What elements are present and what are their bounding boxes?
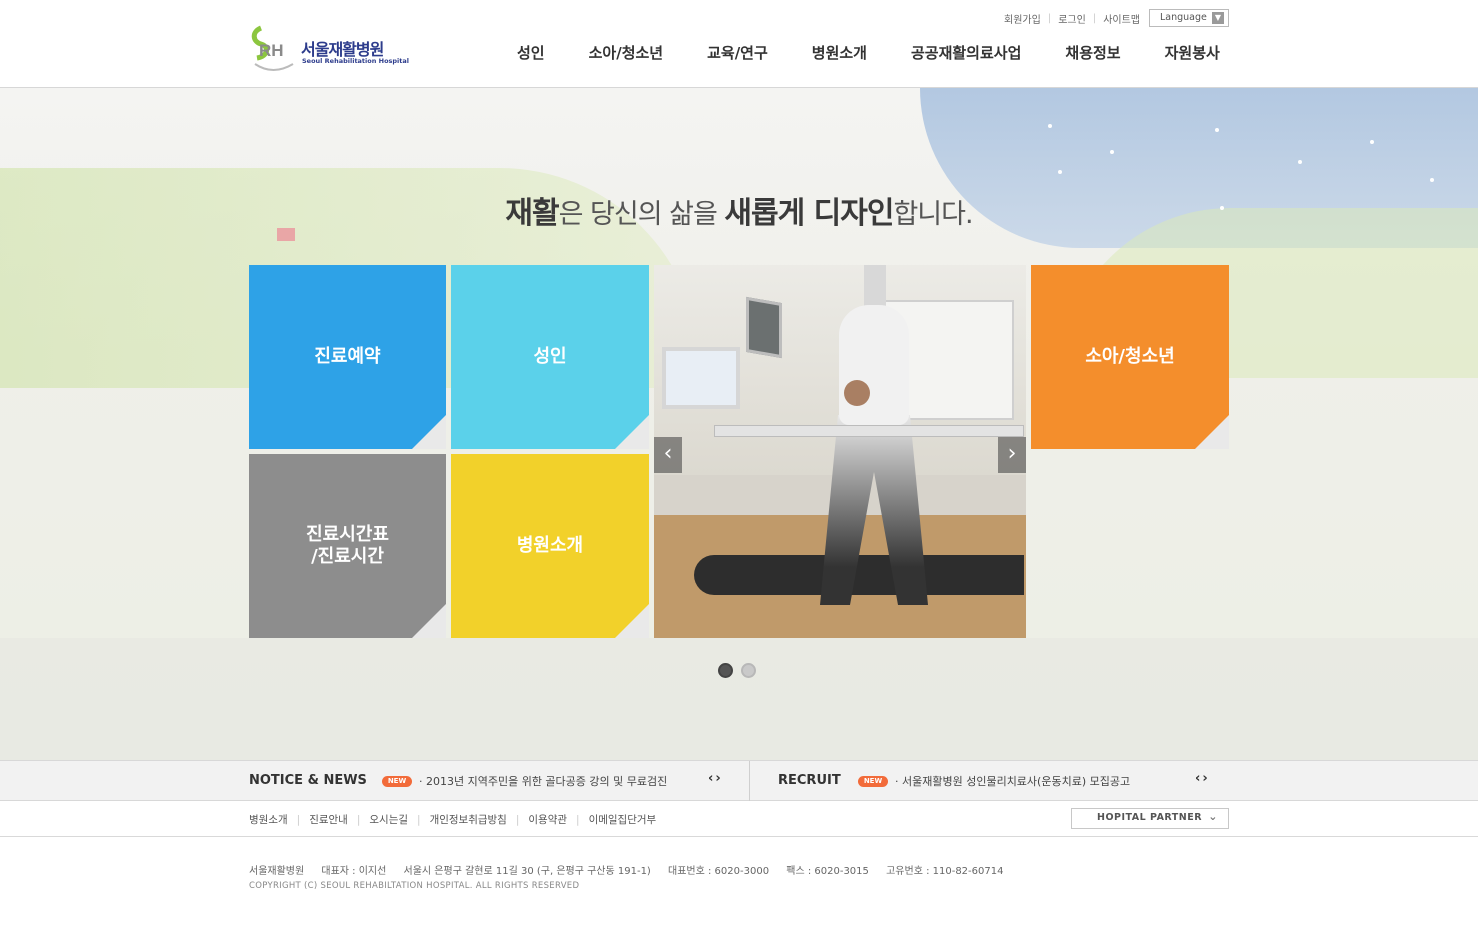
tile-about[interactable]: 병원소개: [451, 454, 649, 638]
address-item: 팩스 : 6020-3015: [786, 866, 869, 877]
tile-corner: [1195, 415, 1229, 449]
ceiling-light: [1110, 150, 1114, 154]
slogan-light: 합니다.: [893, 199, 973, 230]
tile-corner: [412, 604, 446, 638]
tile-label: 진료시간표: [306, 524, 389, 545]
tile-adult[interactable]: 성인: [451, 265, 649, 449]
footer-link-terms[interactable]: 이용약관: [528, 812, 567, 827]
footer-link-email-refusal[interactable]: 이메일집단거부: [589, 812, 657, 827]
tile-reservation[interactable]: 진료예약: [249, 265, 446, 449]
slider-dot-1[interactable]: [718, 663, 733, 678]
svg-text:RH: RH: [259, 41, 284, 60]
address-item: 대표번호 : 6020-3000: [668, 866, 770, 877]
language-label: Language: [1160, 12, 1207, 23]
hospital-logo[interactable]: RH 서울재활병원 Seoul Rehabilitation Hospital: [249, 24, 409, 74]
slogan-bold: 새롭게 디자인: [724, 196, 894, 231]
ceiling-light: [1370, 140, 1374, 144]
slider-next-button[interactable]: ›: [998, 437, 1026, 473]
divider: |: [296, 813, 301, 826]
main-navigation: 성인 소아/청소년 교육/연구 병원소개 공공재활의료사업 채용정보 자원봉사: [517, 42, 1220, 63]
recruit-title: RECRUIT: [778, 773, 841, 788]
partner-label: HOPITAL PARTNER: [1097, 812, 1203, 823]
slogan-bold: 재활: [505, 196, 559, 231]
nav-item-recruit[interactable]: 채용정보: [1065, 42, 1120, 63]
nav-item-education[interactable]: 교육/연구: [707, 42, 768, 63]
address-item: 서울시 은평구 갈현로 11길 30 (구, 은평구 구산동 191-1): [403, 866, 651, 877]
new-badge: NEW: [382, 776, 412, 787]
notice-item[interactable]: · 2013년 지역주민을 위한 골다공증 강의 및 무료검진: [419, 773, 667, 789]
copyright: COPYRIGHT (C) SEOUL REHABILTATION HOSPIT…: [249, 881, 580, 891]
photo-screen: [746, 296, 782, 359]
divider: |: [356, 813, 361, 826]
tile-label: 병원소개: [516, 535, 584, 556]
divider: |: [515, 813, 520, 826]
slogan-light: 은 당신의 삶을: [558, 199, 725, 230]
address-item: 고유번호 : 110-82-60714: [886, 866, 1004, 877]
divider: |: [1092, 13, 1097, 24]
ceiling-light: [1048, 124, 1052, 128]
photo-therapist: [844, 380, 870, 406]
nav-item-adult[interactable]: 성인: [517, 42, 545, 63]
new-badge: NEW: [858, 776, 888, 787]
chevron-down-icon: ▼: [1212, 12, 1224, 24]
divider: [749, 761, 750, 801]
logo-text-english: Seoul Rehabilitation Hospital: [302, 57, 409, 65]
footer-links: 병원소개 | 진료안내 | 오시는길 | 개인정보취급방침 | 이용약관 | 이…: [249, 812, 656, 827]
nav-item-child[interactable]: 소아/청소년: [589, 42, 663, 63]
hospital-partner-select[interactable]: HOPITAL PARTNER ⌄: [1071, 808, 1229, 829]
photo-treadmill: [694, 555, 1024, 595]
tile-label: 소아/청소년: [1085, 346, 1175, 367]
tile-label: /진료시간: [311, 546, 384, 567]
recruit-item[interactable]: · 서울재활병원 성인물리치료사(운동치료) 모집공고: [895, 773, 1130, 789]
ceiling-light: [1298, 160, 1302, 164]
srh-logo-mark: RH: [251, 25, 294, 71]
photo-monitor: [662, 347, 740, 409]
photo-patient: [839, 305, 909, 425]
background-floor: [0, 638, 1478, 760]
photo-rail: [714, 425, 1024, 437]
tile-label: 진료예약: [314, 346, 381, 367]
tile-label: 성인: [533, 346, 567, 367]
address-item: 서울재활병원: [249, 866, 305, 877]
tile-child[interactable]: 소아/청소년: [1031, 265, 1229, 449]
utility-links: 회원가입 | 로그인 | 사이트맵: [1004, 11, 1140, 26]
tile-corner: [615, 415, 649, 449]
address-item: 대표자 : 이지선: [321, 866, 387, 877]
ceiling-light: [1215, 128, 1219, 132]
footer-link-about[interactable]: 병원소개: [249, 812, 288, 827]
ceiling-light: [1430, 178, 1434, 182]
divider: |: [576, 813, 580, 826]
ceiling-light: [1058, 170, 1062, 174]
join-link[interactable]: 회원가입: [1004, 11, 1041, 26]
nav-item-volunteer[interactable]: 자원봉사: [1165, 42, 1220, 63]
sitemap-link[interactable]: 사이트맵: [1103, 11, 1140, 26]
footer-link-directions[interactable]: 오시는길: [369, 812, 408, 827]
slider-prev-button[interactable]: ‹: [654, 437, 682, 473]
tile-corner: [615, 604, 649, 638]
main-visual: 재활은 당신의 삶을 새롭게 디자인합니다. 진료예약 성인 진료시간표 /진료…: [0, 88, 1478, 760]
divider: |: [417, 813, 421, 826]
footer-link-privacy[interactable]: 개인정보취급방침: [430, 812, 507, 827]
divider: |: [1047, 13, 1052, 24]
login-link[interactable]: 로그인: [1058, 11, 1086, 26]
tile-corner: [412, 415, 446, 449]
footer-address: 서울재활병원 대표자 : 이지선 서울시 은평구 갈현로 11길 30 (구, …: [249, 862, 1017, 877]
rehab-photo-slider: ‹ ›: [654, 265, 1026, 638]
nav-item-public-rehab[interactable]: 공공재활의료사업: [911, 42, 1021, 63]
news-bar: NOTICE & NEWS NEW · 2013년 지역주민을 위한 골다공증 …: [0, 760, 1478, 801]
slider-pagination: [718, 663, 756, 678]
notice-title: NOTICE & NEWS: [249, 773, 367, 788]
slider-dot-2[interactable]: [741, 663, 756, 678]
footer-link-guide[interactable]: 진료안내: [309, 812, 348, 827]
main-slogan: 재활은 당신의 삶을 새롭게 디자인합니다.: [0, 188, 1478, 232]
tile-schedule[interactable]: 진료시간표 /진료시간: [249, 454, 446, 638]
language-select[interactable]: Language ▼: [1149, 9, 1229, 27]
footer-divider: [0, 836, 1478, 837]
notice-arrows[interactable]: ‹›: [708, 771, 723, 786]
nav-item-about[interactable]: 병원소개: [812, 42, 867, 63]
chevron-down-icon: ⌄: [1208, 810, 1218, 823]
recruit-arrows[interactable]: ‹›: [1195, 771, 1210, 786]
site-header: RH 서울재활병원 Seoul Rehabilitation Hospital …: [0, 0, 1478, 88]
